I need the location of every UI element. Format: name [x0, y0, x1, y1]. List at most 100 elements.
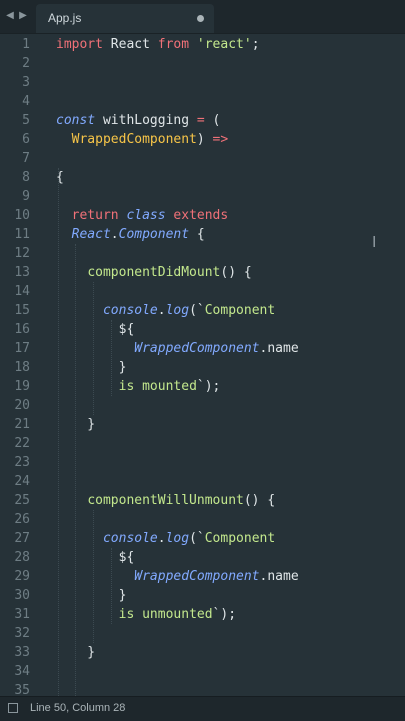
- code-token: return: [71, 208, 119, 223]
- code-token: extends: [173, 208, 229, 223]
- code-token: .name: [259, 341, 299, 356]
- code-token: Component: [204, 303, 276, 318]
- line-number: 3: [22, 75, 30, 90]
- code-line[interactable]: componentDidMount() {: [56, 263, 252, 282]
- line-number: 31: [14, 607, 30, 622]
- code-token: =>: [212, 132, 229, 147]
- code-editor[interactable]: 1 import React from 'react'; 2 3 4 5 const wit…: [0, 33, 405, 696]
- code-token: const: [56, 113, 96, 128]
- code-token: ${: [56, 550, 135, 565]
- line-number: 4: [22, 94, 30, 109]
- line-number: 34: [14, 664, 30, 679]
- line-number: 13: [14, 265, 30, 280]
- code-token: () {: [243, 493, 276, 508]
- code-token: is mounted: [118, 379, 197, 394]
- code-token: WrappedComponent: [134, 341, 260, 356]
- code-token: console: [102, 303, 158, 318]
- code-token: }: [56, 645, 96, 660]
- code-line[interactable]: ${: [56, 320, 135, 339]
- panel-toggle-icon[interactable]: [8, 703, 18, 713]
- line-number: 16: [14, 322, 30, 337]
- line-number: 29: [14, 569, 30, 584]
- tab-bar: ◀ ▶ App.js: [0, 0, 405, 34]
- code-line[interactable]: WrappedComponent.name: [56, 339, 299, 358]
- code-token: import: [56, 37, 103, 52]
- line-number: 30: [14, 588, 30, 603]
- code-line[interactable]: componentWillUnmount() {: [56, 491, 275, 510]
- code-line[interactable]: WrappedComponent.name: [56, 567, 299, 586]
- code-token: }: [56, 588, 127, 603]
- line-number: 18: [14, 360, 30, 375]
- code-token: class: [126, 208, 166, 223]
- back-arrow-icon[interactable]: ◀: [4, 9, 16, 23]
- line-number: 7: [22, 151, 30, 166]
- code-token: {: [56, 170, 64, 185]
- code-line[interactable]: }: [56, 358, 127, 377]
- code-line[interactable]: ${: [56, 548, 135, 567]
- line-number: 20: [14, 398, 30, 413]
- line-number: 9: [22, 189, 30, 204]
- line-number: 22: [14, 436, 30, 451]
- status-bar: Line 50, Column 28: [0, 696, 405, 721]
- code-line[interactable]: }: [56, 586, 127, 605]
- code-line[interactable]: console.log(`Component: [56, 529, 275, 548]
- line-number: 10: [14, 208, 30, 223]
- line-number: 8: [22, 170, 30, 185]
- code-token: withLogging: [95, 113, 197, 128]
- code-token: {: [189, 227, 205, 242]
- code-token: }: [56, 417, 96, 432]
- line-number: 33: [14, 645, 30, 660]
- code-token: (`: [189, 303, 205, 318]
- line-number: 1: [22, 37, 30, 52]
- code-line[interactable]: return class extends: [56, 206, 229, 225]
- code-line[interactable]: import React from 'react';: [56, 35, 260, 54]
- code-token: 'react': [196, 37, 252, 52]
- code-line[interactable]: const withLogging = (: [56, 111, 220, 130]
- text-cursor-icon: I: [372, 233, 377, 251]
- line-number: 32: [14, 626, 30, 641]
- code-line[interactable]: is mounted`);: [56, 377, 221, 396]
- code-token: WrappedComponent: [134, 569, 260, 584]
- code-line[interactable]: React.Component {: [56, 225, 205, 244]
- code-line[interactable]: }: [56, 415, 95, 434]
- code-token: `);: [212, 607, 237, 622]
- code-line[interactable]: {: [56, 168, 64, 187]
- code-line[interactable]: WrappedComponent) =>: [56, 130, 229, 149]
- code-token: () {: [220, 265, 252, 280]
- code-token: .name: [259, 569, 299, 584]
- code-token: `);: [196, 379, 221, 394]
- code-line[interactable]: }: [56, 643, 95, 662]
- line-number: 27: [14, 531, 30, 546]
- tab-app-js[interactable]: App.js: [36, 4, 214, 33]
- line-number: 26: [14, 512, 30, 527]
- code-token: }: [56, 360, 127, 375]
- code-token: log: [165, 303, 190, 318]
- code-token: log: [165, 531, 190, 546]
- code-line[interactable]: is unmounted`);: [56, 605, 236, 624]
- line-number: 5: [22, 113, 30, 128]
- line-number: 17: [14, 341, 30, 356]
- code-token: React: [71, 227, 111, 242]
- code-token: React: [102, 37, 158, 52]
- code-token: .: [157, 303, 166, 318]
- line-number: 25: [14, 493, 30, 508]
- unsaved-dot-icon[interactable]: [197, 15, 204, 22]
- code-token: Component: [204, 531, 276, 546]
- code-token: componentDidMount: [87, 265, 221, 280]
- code-token: from: [157, 37, 190, 52]
- code-token: componentWillUnmount: [87, 493, 244, 508]
- forward-arrow-icon[interactable]: ▶: [17, 9, 29, 23]
- code-token: ;: [251, 37, 260, 52]
- code-line[interactable]: console.log(`Component: [56, 301, 275, 320]
- code-token: ): [196, 132, 213, 147]
- line-number: 15: [14, 303, 30, 318]
- cursor-position: Line 50, Column 28: [30, 702, 126, 714]
